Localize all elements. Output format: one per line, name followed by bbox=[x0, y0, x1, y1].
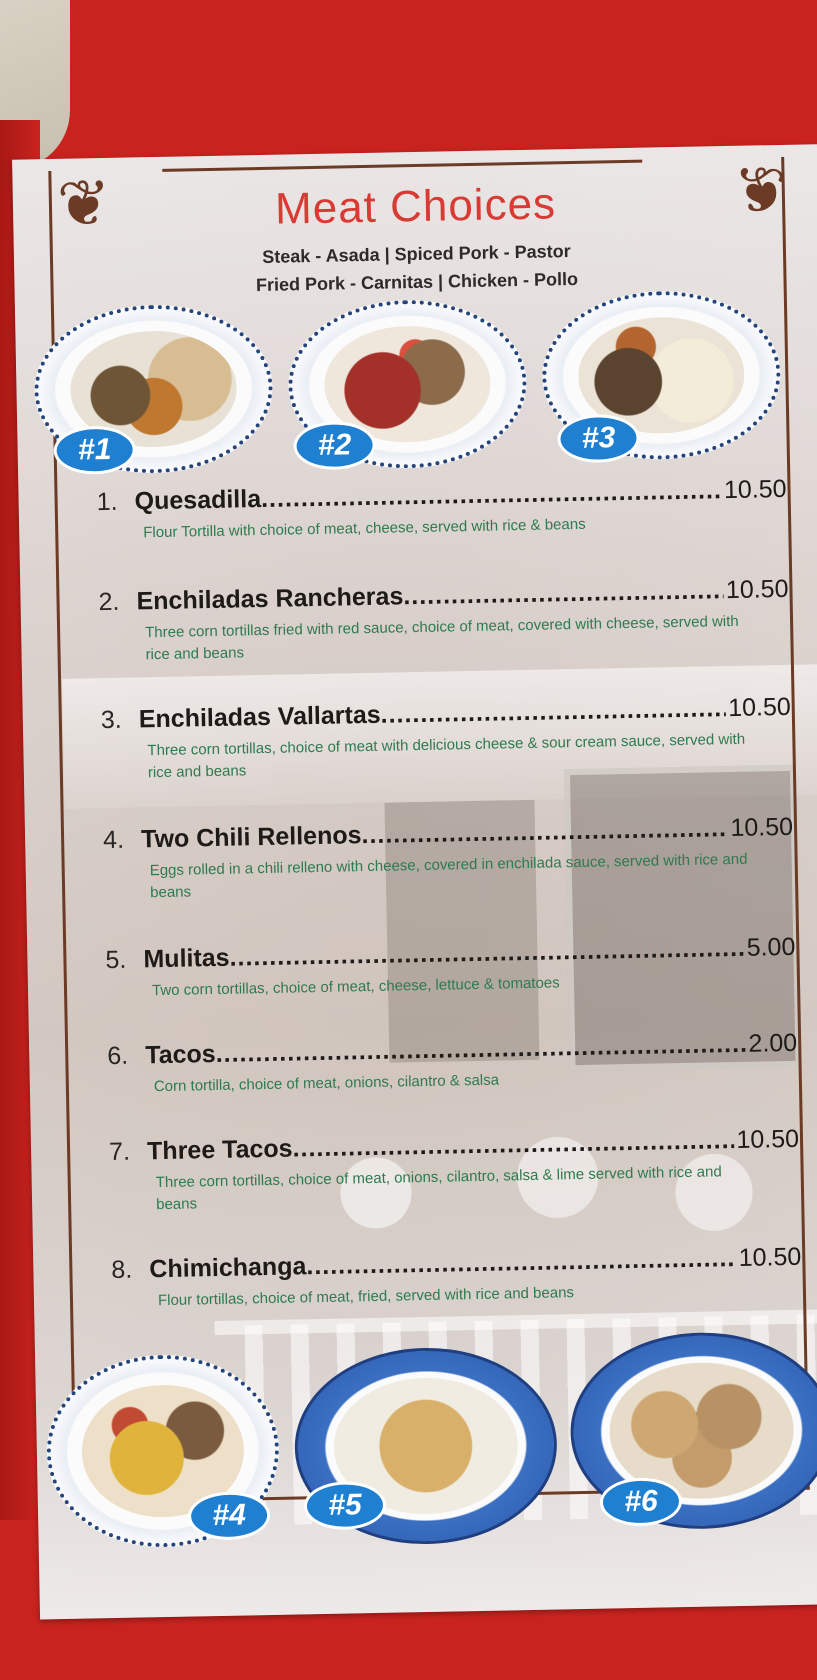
item-name: Two Chili Rellenos bbox=[140, 821, 362, 854]
item-price: 10.50 bbox=[727, 692, 791, 723]
item-price: 10.50 bbox=[723, 474, 787, 505]
menu-card: ❦ ❦ Meat Choices Steak - Asada | Spiced … bbox=[12, 144, 817, 1620]
item-number: 6. bbox=[107, 1041, 129, 1071]
plate-badge: #4 bbox=[187, 1491, 271, 1541]
item-number: 1. bbox=[96, 487, 118, 517]
item-price: 10.50 bbox=[738, 1242, 802, 1272]
item-price: 10.50 bbox=[736, 1124, 800, 1154]
item-number: 4. bbox=[102, 825, 125, 855]
item-number: 2. bbox=[98, 587, 120, 617]
item-name: Enchiladas Vallartas bbox=[138, 700, 381, 734]
dot-leader bbox=[380, 694, 726, 730]
item-price: 10.50 bbox=[725, 574, 789, 605]
item-price: 5.00 bbox=[746, 932, 796, 962]
item-name: Chimichanga bbox=[149, 1252, 307, 1284]
dot-leader bbox=[403, 576, 724, 611]
menu-item: 4. Two Chili Rellenos 10.50 Eggs rolled … bbox=[103, 813, 794, 905]
item-number: 5. bbox=[105, 945, 127, 975]
menu-item: 7. Three Tacos 10.50 Three corn tortilla… bbox=[109, 1125, 800, 1217]
menu-item: 3. Enchiladas Vallartas 10.50 Three corn… bbox=[101, 693, 792, 785]
item-price: 2.00 bbox=[748, 1028, 798, 1058]
dot-leader bbox=[361, 814, 729, 850]
item-name: Quesadilla bbox=[134, 485, 262, 516]
item-number: 8. bbox=[111, 1255, 133, 1285]
item-name: Enchiladas Rancheras bbox=[136, 582, 404, 616]
item-name: Mulitas bbox=[143, 943, 230, 974]
item-number: 3. bbox=[100, 705, 122, 735]
item-name: Three Tacos bbox=[146, 1134, 293, 1166]
item-price: 10.50 bbox=[730, 812, 794, 843]
item-number: 7. bbox=[108, 1137, 131, 1167]
item-name: Tacos bbox=[145, 1039, 216, 1070]
menu-item: 2. Enchiladas Rancheras 10.50 Three corn… bbox=[98, 575, 789, 667]
